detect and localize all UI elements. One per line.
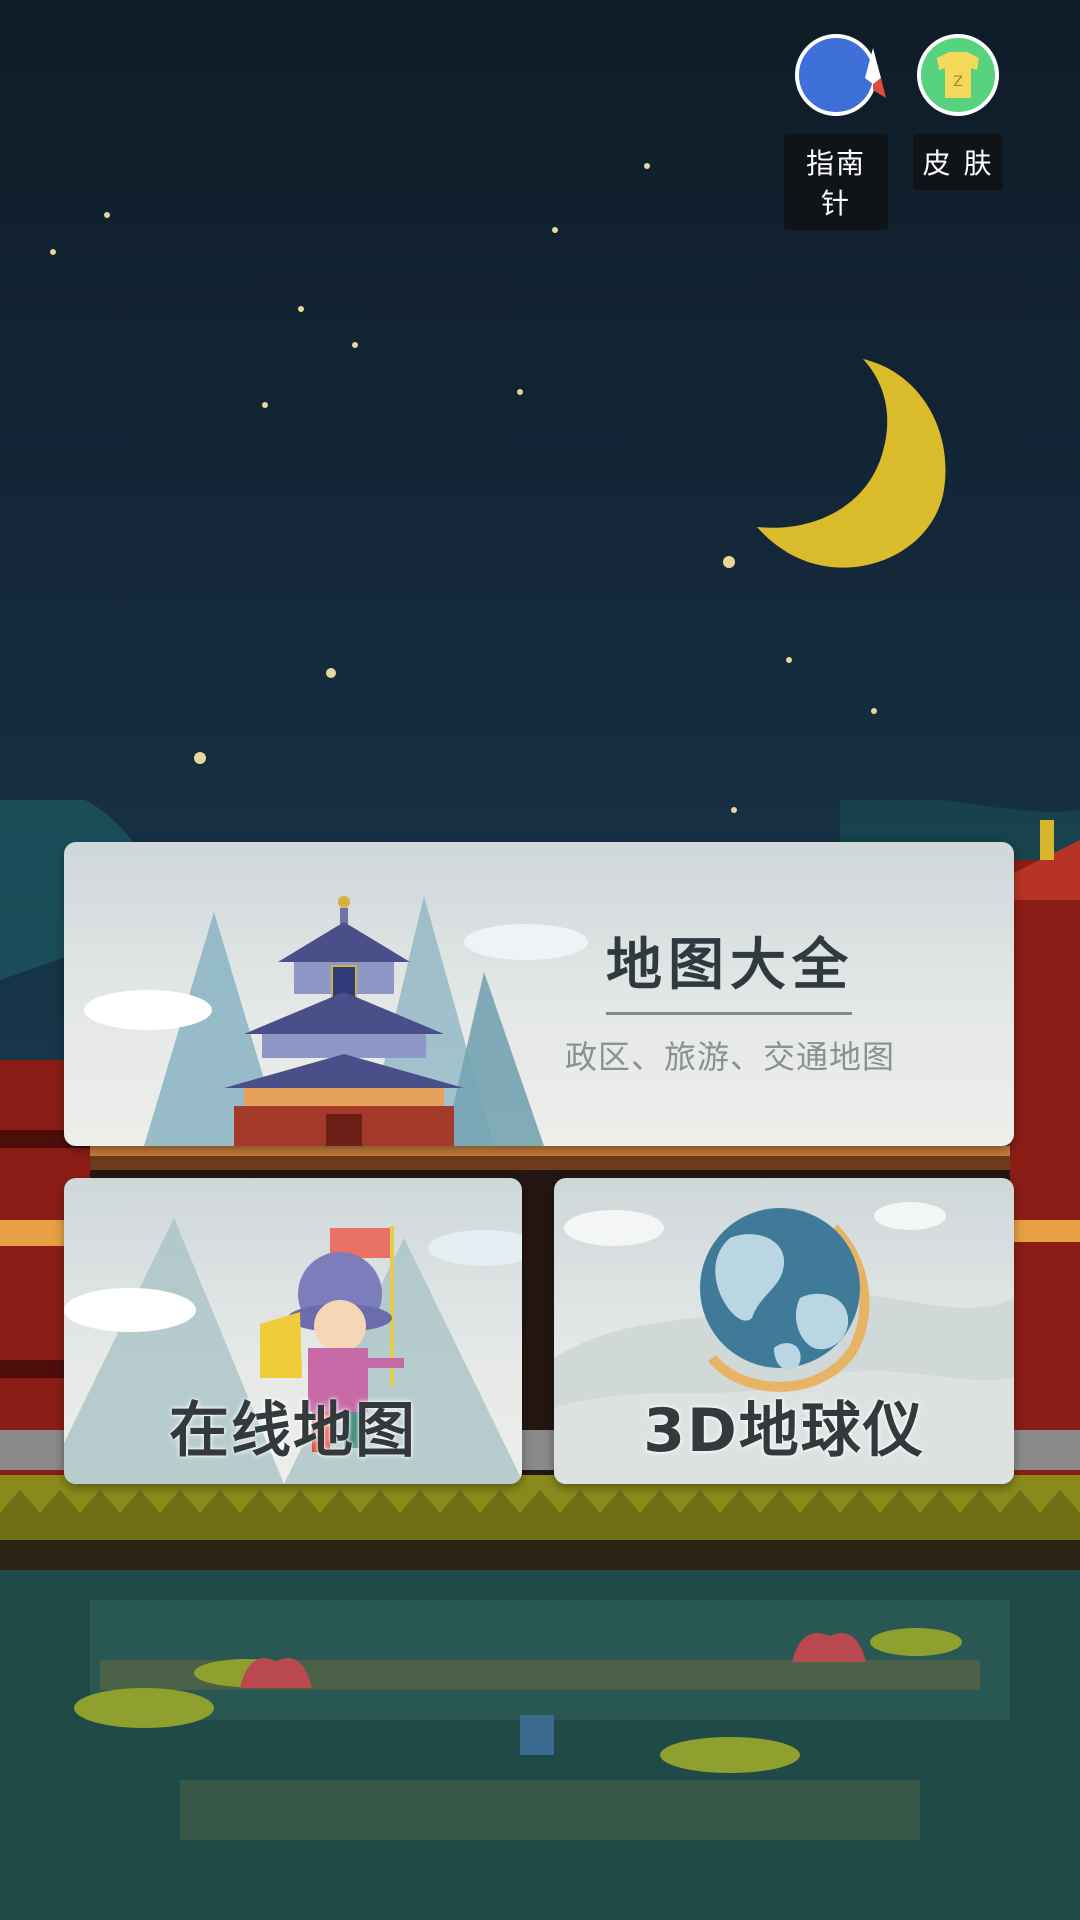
tshirt-skin-icon: Z — [917, 34, 999, 116]
globe-title: 3D地球仪 — [643, 1396, 925, 1466]
skin-button[interactable]: Z 皮 肤 — [906, 34, 1010, 190]
compass-label: 指南针 — [784, 134, 888, 230]
online-map-title: 在线地图 — [169, 1396, 417, 1466]
moon-icon — [757, 359, 946, 568]
compass-button[interactable]: 指南针 — [784, 34, 888, 230]
svg-text:Z: Z — [953, 74, 963, 90]
compass-icon — [795, 34, 886, 116]
atlas-subtitle: 政区、旅游、交通地图 — [564, 1038, 895, 1076]
atlas-divider — [606, 1012, 852, 1015]
skin-label: 皮 肤 — [912, 134, 1004, 190]
atlas-title: 地图大全 — [606, 933, 854, 998]
